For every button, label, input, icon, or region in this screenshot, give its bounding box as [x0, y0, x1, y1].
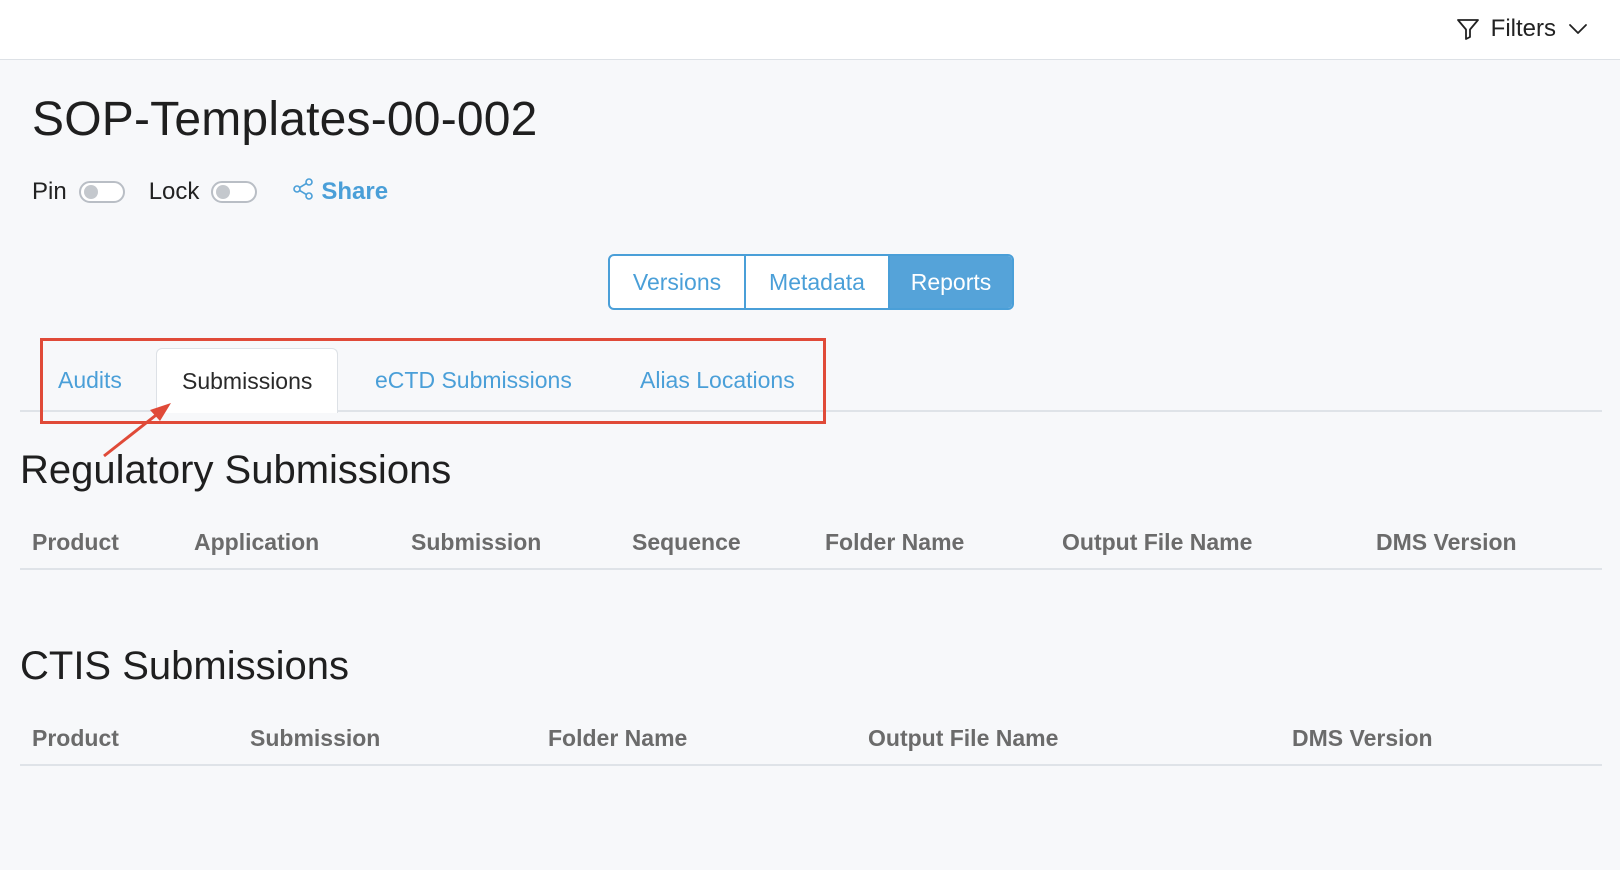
pin-label: Pin: [32, 178, 67, 205]
lock-toggle[interactable]: [211, 181, 258, 203]
share-icon: [291, 177, 315, 208]
column-header[interactable]: Output File Name: [1062, 518, 1252, 566]
tab-reports[interactable]: Reports: [888, 256, 1012, 308]
tab-versions[interactable]: Versions: [610, 256, 744, 308]
ctis-submissions-title: CTIS Submissions: [20, 644, 349, 688]
funnel-icon: [1455, 16, 1481, 42]
pin-toggle-knob: [83, 185, 98, 199]
regulatory-submissions-table-header: Product Application Submission Sequence …: [20, 518, 1602, 570]
column-header[interactable]: DMS Version: [1292, 714, 1433, 762]
page-title: SOP-Templates-00-002: [32, 93, 538, 146]
tab-metadata[interactable]: Metadata: [744, 256, 888, 308]
column-header[interactable]: Submission: [250, 714, 380, 762]
column-header[interactable]: Submission: [411, 518, 541, 566]
subtab-ectd-submissions[interactable]: eCTD Submissions: [375, 348, 572, 412]
filters-button[interactable]: Filters: [1455, 12, 1590, 46]
regulatory-submissions-title: Regulatory Submissions: [20, 448, 452, 492]
column-header[interactable]: Sequence: [632, 518, 741, 566]
ctis-submissions-table-header: Product Submission Folder Name Output Fi…: [20, 714, 1602, 766]
subtab-audits[interactable]: Audits: [58, 348, 122, 412]
pin-toggle[interactable]: [78, 181, 125, 203]
view-tabs: Versions Metadata Reports: [608, 254, 1014, 310]
column-header[interactable]: Product: [32, 714, 119, 762]
column-header[interactable]: Application: [194, 518, 319, 566]
column-header[interactable]: DMS Version: [1376, 518, 1517, 566]
column-header[interactable]: Folder Name: [548, 714, 687, 762]
lock-toggle-knob: [216, 185, 231, 199]
column-header[interactable]: Folder Name: [825, 518, 964, 566]
subtab-submissions[interactable]: Submissions: [156, 348, 339, 413]
column-header[interactable]: Output File Name: [868, 714, 1058, 762]
share-button[interactable]: Share: [291, 177, 388, 208]
document-controls: Pin Lock Share: [32, 172, 388, 212]
top-bar: Filters: [0, 0, 1620, 60]
share-label: Share: [321, 178, 389, 205]
chevron-down-icon: [1566, 17, 1590, 41]
column-header[interactable]: Product: [32, 518, 119, 566]
report-tabs: Audits Submissions eCTD Submissions Alia…: [20, 348, 1602, 413]
filters-label: Filters: [1490, 15, 1556, 42]
subtab-alias-locations[interactable]: Alias Locations: [640, 348, 795, 412]
lock-label: Lock: [148, 178, 200, 205]
